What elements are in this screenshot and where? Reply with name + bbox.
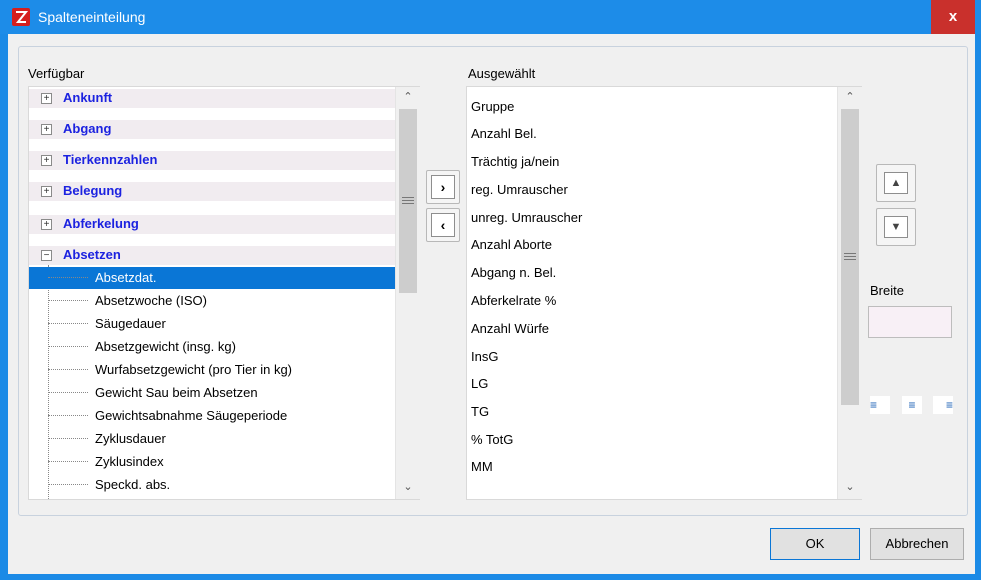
tree-connector bbox=[48, 461, 88, 462]
arrow-down-icon: ▼ bbox=[884, 216, 908, 238]
tree-connector bbox=[48, 438, 88, 439]
tree-item-label: Absetzdat. bbox=[95, 270, 157, 285]
tree-item-label: Gewicht Sau beim Absetzen bbox=[95, 385, 258, 400]
expand-icon[interactable]: + bbox=[41, 124, 52, 135]
tree-item-speckd[interactable]: Speckd. abs. bbox=[29, 474, 395, 496]
tree-item-label: Wurfabsetzgewicht (pro Tier in kg) bbox=[95, 362, 292, 377]
tree-connector bbox=[48, 300, 88, 301]
expand-icon[interactable]: + bbox=[41, 155, 52, 166]
list-item[interactable]: MM bbox=[471, 459, 493, 474]
expand-icon[interactable]: + bbox=[41, 219, 52, 230]
move-down-button[interactable]: ▼ bbox=[876, 208, 916, 246]
align-center-icon[interactable]: ≡ bbox=[902, 396, 922, 414]
tree-connector bbox=[48, 277, 88, 278]
available-tree[interactable]: + Ankunft + Abgang + Tierkennzahlen + Be… bbox=[28, 86, 420, 500]
scroll-up-icon[interactable]: ⌃ bbox=[838, 87, 862, 107]
cancel-button[interactable]: Abbrechen bbox=[870, 528, 964, 560]
available-label: Verfügbar bbox=[28, 66, 85, 81]
tree-item-saeugedauer[interactable]: Säugedauer bbox=[29, 313, 395, 335]
tree-item-gewicht-sau[interactable]: Gewicht Sau beim Absetzen bbox=[29, 382, 395, 404]
tree-item-label: Zyklusindex bbox=[95, 454, 164, 469]
scroll-up-icon[interactable]: ⌃ bbox=[396, 87, 420, 107]
tree-item-absetzwoche[interactable]: Absetzwoche (ISO) bbox=[29, 290, 395, 312]
tree-item-zyklusdauer[interactable]: Zyklusdauer bbox=[29, 428, 395, 450]
tree-item-absetzgewicht[interactable]: Absetzgewicht (insg. kg) bbox=[29, 336, 395, 358]
chevron-right-icon: › bbox=[431, 175, 455, 199]
scroll-down-icon[interactable]: ⌄ bbox=[396, 477, 420, 497]
list-item[interactable]: Trächtig ja/nein bbox=[471, 154, 559, 169]
expand-icon[interactable]: + bbox=[41, 186, 52, 197]
tree-category-label: Abferkelung bbox=[63, 216, 139, 231]
move-up-button[interactable]: ▲ bbox=[876, 164, 916, 202]
tree-connector bbox=[48, 369, 88, 370]
tree-connector bbox=[48, 484, 88, 485]
tree-item-label: Absetzgewicht (insg. kg) bbox=[95, 339, 236, 354]
list-item[interactable]: Anzahl Bel. bbox=[471, 126, 537, 141]
title-bar[interactable]: Spalteneinteilung x bbox=[0, 0, 981, 34]
scrollbar-thumb[interactable] bbox=[841, 109, 859, 405]
tree-category-abferkelung[interactable]: + Abferkelung bbox=[29, 215, 395, 234]
list-item[interactable]: InsG bbox=[471, 349, 498, 364]
collapse-icon[interactable]: − bbox=[41, 250, 52, 261]
dialog-client: Verfügbar Ausgewählt + Ankunft + Abgang … bbox=[8, 34, 975, 574]
list-item[interactable]: TG bbox=[471, 404, 489, 419]
tree-category-tierkennzahlen[interactable]: + Tierkennzahlen bbox=[29, 151, 395, 170]
list-item[interactable]: LG bbox=[471, 376, 488, 391]
tree-item-label: Gewichtsabnahme Säugeperiode bbox=[95, 408, 288, 423]
tree-category-label: Abgang bbox=[63, 121, 112, 136]
list-item[interactable]: Abferkelrate % bbox=[471, 293, 556, 308]
tree-item-label: Absetzwoche (ISO) bbox=[95, 293, 207, 308]
list-item[interactable]: Anzahl Würfe bbox=[471, 321, 549, 336]
dialog-window: Spalteneinteilung x Verfügbar Ausgewählt… bbox=[0, 0, 981, 580]
tree-connector bbox=[48, 323, 88, 324]
list-item[interactable]: reg. Umrauscher bbox=[471, 182, 568, 197]
close-button[interactable]: x bbox=[931, 0, 975, 34]
list-item[interactable]: Gruppe bbox=[471, 99, 514, 114]
tree-category-label: Absetzen bbox=[63, 247, 121, 262]
tree-item-absetzdat[interactable]: Absetzdat. bbox=[29, 267, 395, 289]
scroll-down-icon[interactable]: ⌄ bbox=[838, 477, 862, 497]
app-logo-icon bbox=[12, 8, 30, 26]
available-tree-content: + Ankunft + Abgang + Tierkennzahlen + Be… bbox=[29, 87, 395, 499]
align-right-icon[interactable]: ≡ bbox=[933, 396, 953, 414]
remove-column-button[interactable]: ‹ bbox=[426, 208, 460, 242]
tree-item-gewichtsabnahme[interactable]: Gewichtsabnahme Säugeperiode bbox=[29, 405, 395, 427]
list-item[interactable]: unreg. Umrauscher bbox=[471, 210, 582, 225]
tree-connector bbox=[48, 346, 88, 347]
tree-category-abgang[interactable]: + Abgang bbox=[29, 120, 395, 139]
tree-category-belegung[interactable]: + Belegung bbox=[29, 182, 395, 201]
available-scrollbar[interactable]: ⌃ ⌄ bbox=[395, 87, 420, 499]
chevron-left-icon: ‹ bbox=[431, 213, 455, 237]
grip-icon bbox=[844, 253, 856, 260]
tree-item-label: Speckd. abs. bbox=[95, 477, 171, 492]
list-item[interactable]: % TotG bbox=[471, 432, 513, 447]
add-column-button[interactable]: › bbox=[426, 170, 460, 204]
tree-category-label: Ankunft bbox=[63, 90, 113, 105]
tree-item-label: Zyklusdauer bbox=[95, 431, 166, 446]
grip-icon bbox=[402, 197, 414, 204]
window-title: Spalteneinteilung bbox=[38, 9, 146, 25]
tree-connector bbox=[48, 415, 88, 416]
scrollbar-thumb[interactable] bbox=[399, 109, 417, 293]
expand-icon[interactable]: + bbox=[41, 93, 52, 104]
selected-list[interactable]: Gruppe Anzahl Bel. Trächtig ja/nein reg.… bbox=[466, 86, 862, 500]
tree-category-label: Belegung bbox=[63, 183, 123, 198]
width-input[interactable] bbox=[868, 306, 952, 338]
tree-item-label: Säugedauer bbox=[95, 316, 166, 331]
width-label: Breite bbox=[870, 283, 904, 298]
align-left-icon[interactable]: ≡ bbox=[870, 396, 890, 414]
tree-category-label: Tierkennzahlen bbox=[63, 152, 158, 167]
tree-connector bbox=[48, 392, 88, 393]
selected-label: Ausgewählt bbox=[468, 66, 536, 81]
arrow-up-icon: ▲ bbox=[884, 172, 908, 194]
selected-scrollbar[interactable]: ⌃ ⌄ bbox=[837, 87, 862, 499]
ok-button[interactable]: OK bbox=[770, 528, 860, 560]
tree-category-absetzen[interactable]: − Absetzen bbox=[29, 246, 395, 265]
list-item[interactable]: Abgang n. Bel. bbox=[471, 265, 556, 280]
tree-item-zyklusindex[interactable]: Zyklusindex bbox=[29, 451, 395, 473]
list-item[interactable]: Anzahl Aborte bbox=[471, 237, 552, 252]
tree-item-wurfabsetzgewicht[interactable]: Wurfabsetzgewicht (pro Tier in kg) bbox=[29, 359, 395, 381]
tree-category-ankunft[interactable]: + Ankunft bbox=[29, 89, 395, 108]
